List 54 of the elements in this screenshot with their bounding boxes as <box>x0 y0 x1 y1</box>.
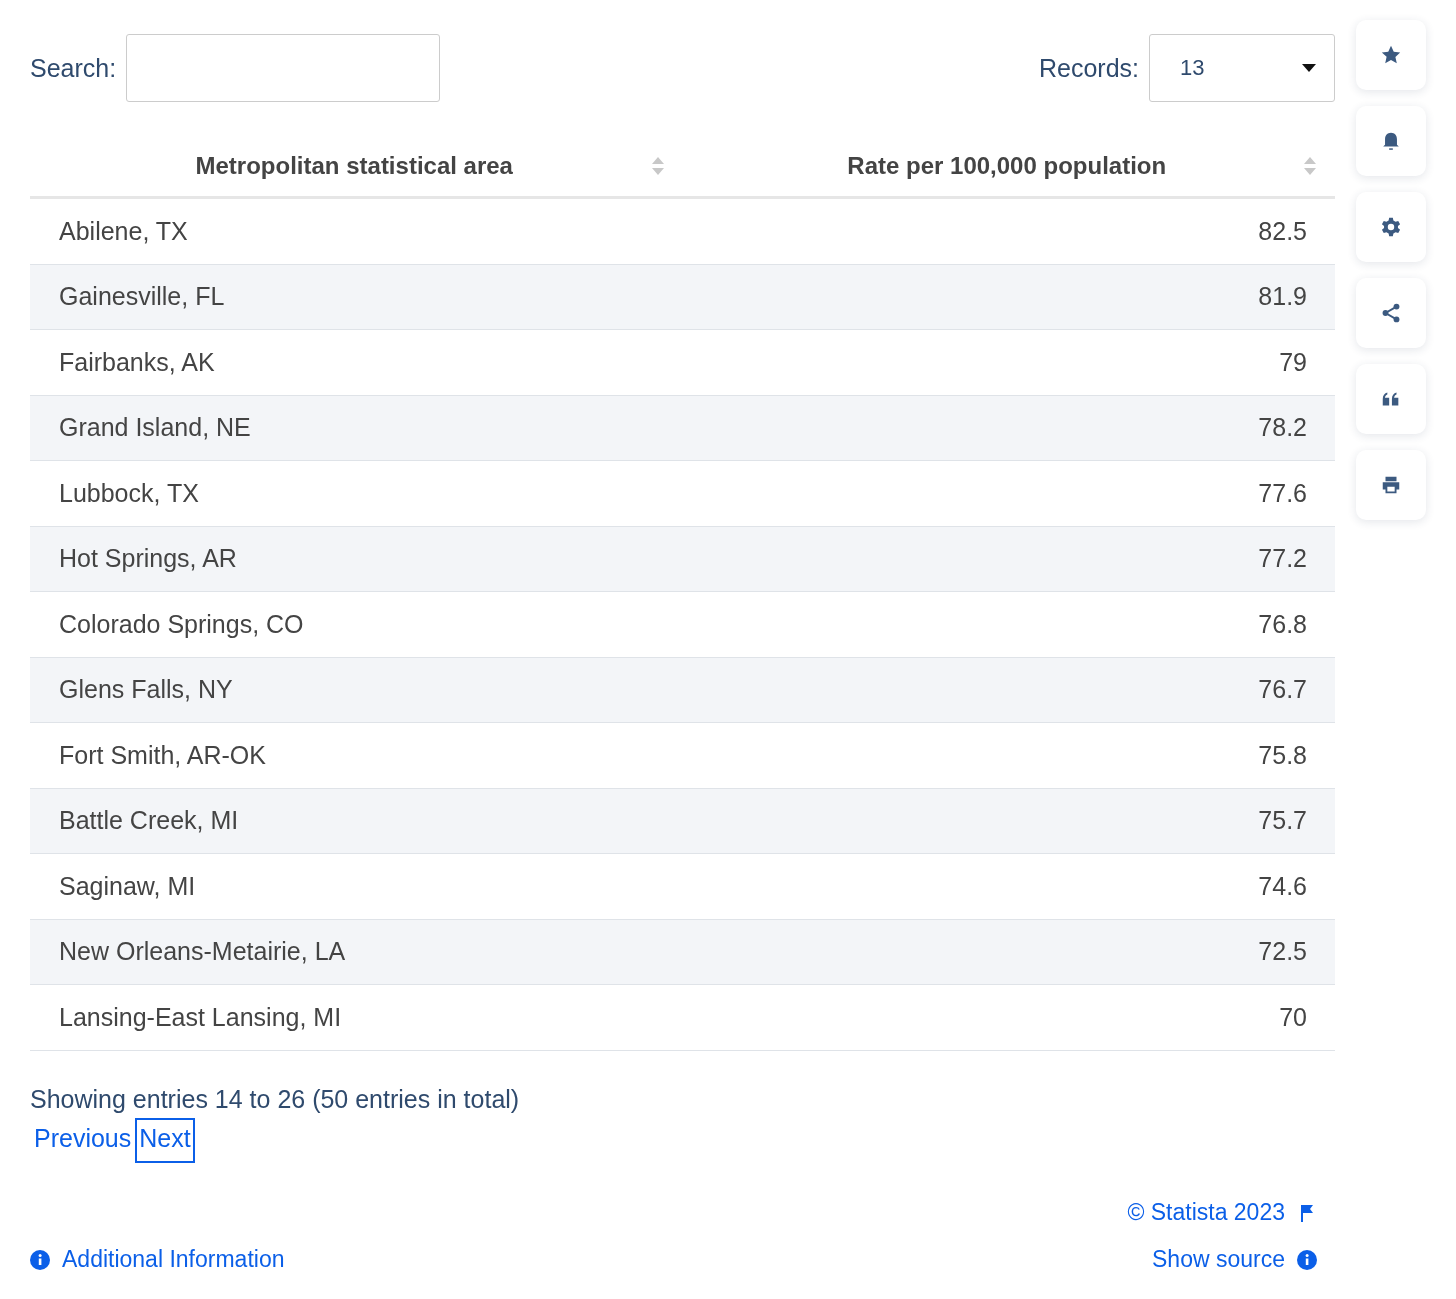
next-link[interactable]: Next <box>135 1117 195 1163</box>
rate-cell: 74.6 <box>1258 871 1307 901</box>
settings-icon <box>1380 216 1402 238</box>
share-button[interactable] <box>1356 278 1426 348</box>
printer-icon <box>1380 474 1402 496</box>
printer-button[interactable] <box>1356 450 1426 520</box>
search-label: Search: <box>30 53 117 83</box>
sort-icon <box>650 155 665 177</box>
area-cell: Glens Falls, NY <box>59 675 233 705</box>
area-cell: Saginaw, MI <box>59 871 196 901</box>
copyright-link[interactable]: © Statista 2023 <box>1127 1199 1317 1226</box>
area-cell: Grand Island, NE <box>59 413 251 443</box>
rate-cell: 76.7 <box>1258 675 1307 705</box>
info-icon <box>1297 1249 1317 1270</box>
settings-button[interactable] <box>1356 192 1426 262</box>
area-cell: Abilene, TX <box>59 216 188 246</box>
rate-cell: 81.9 <box>1258 282 1307 312</box>
records-label: Records: <box>1038 53 1139 83</box>
search-field[interactable] <box>126 34 441 102</box>
rate-cell: 76.8 <box>1258 609 1307 639</box>
area-cell: Lansing-East Lansing, MI <box>59 1002 342 1032</box>
info-icon <box>30 1249 50 1270</box>
column-header[interactable]: Metropolitan statistical area <box>30 152 683 180</box>
area-cell: Fort Smith, AR-OK <box>59 740 266 770</box>
star-button[interactable] <box>1356 20 1426 90</box>
star-icon <box>1380 44 1402 66</box>
caret-icon <box>1302 64 1316 72</box>
rate-cell: 82.5 <box>1258 216 1307 246</box>
bell-button[interactable] <box>1356 106 1426 176</box>
share-icon <box>1380 302 1402 324</box>
rate-cell: 70 <box>1279 1002 1307 1032</box>
quote-button[interactable] <box>1356 364 1426 434</box>
rate-cell: 77.2 <box>1258 544 1307 574</box>
additional-information-link[interactable]: Additional Information <box>30 1246 285 1273</box>
rate-cell: 72.5 <box>1258 937 1307 967</box>
area-cell: Fairbanks, AK <box>59 347 215 377</box>
area-cell: Battle Creek, MI <box>59 806 239 836</box>
rate-cell: 75.8 <box>1258 740 1307 770</box>
sort-icon <box>1303 155 1317 177</box>
previous-link[interactable]: Previous <box>30 1117 136 1163</box>
records-dropdown[interactable]: 13 <box>1149 34 1335 102</box>
rate-cell: 77.6 <box>1258 478 1307 508</box>
rate-cell: 75.7 <box>1258 806 1307 836</box>
bell-icon <box>1380 130 1402 152</box>
area-cell: New Orleans-Metairie, LA <box>59 937 346 967</box>
area-cell: Lubbock, TX <box>59 478 199 508</box>
rate-cell: 78.2 <box>1258 413 1307 443</box>
rate-cell: 79 <box>1279 347 1307 377</box>
show-source-link[interactable]: Show source <box>1152 1246 1317 1273</box>
area-cell: Colorado Springs, CO <box>59 609 304 639</box>
area-cell: Hot Springs, AR <box>59 544 237 574</box>
area-cell: Gainesville, FL <box>59 282 225 312</box>
entries-info: Showing entries 14 to 26 (50 entries in total) <box>30 1084 520 1114</box>
column-header[interactable]: Rate per 100,000 population <box>682 152 1335 180</box>
